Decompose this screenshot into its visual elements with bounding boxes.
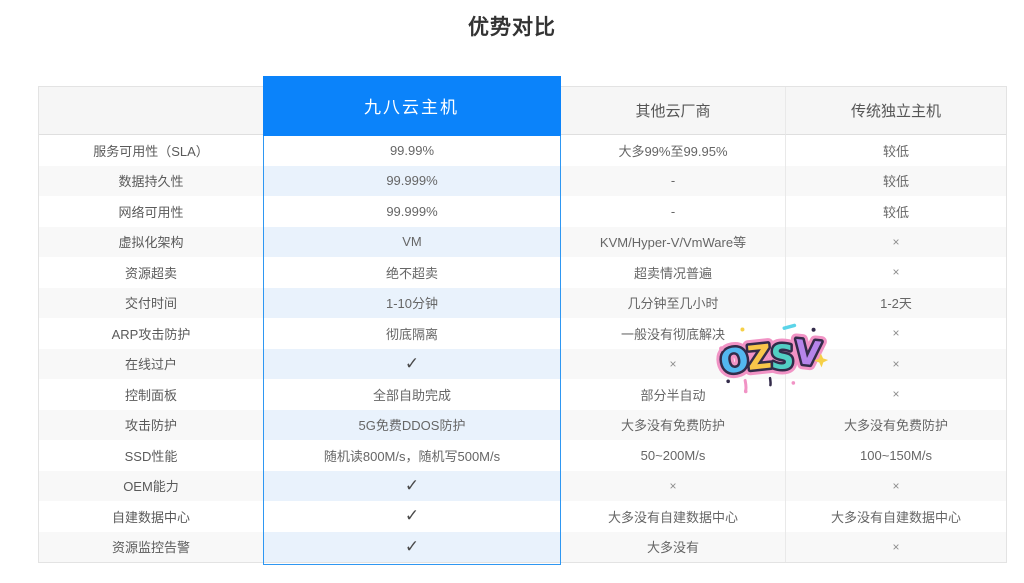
main-value: VM <box>263 227 561 258</box>
traditional-value: × <box>785 318 1006 349</box>
header-traditional: 传统独立主机 <box>785 87 1006 135</box>
header-other-cloud: 其他云厂商 <box>561 87 785 135</box>
main-value: 绝不超卖 <box>263 257 561 288</box>
table-row-network: 网络可用性 99.999% - 较低 <box>39 196 1006 227</box>
traditional-value: × <box>785 257 1006 288</box>
row-label: 数据持久性 <box>39 166 263 197</box>
traditional-value: × <box>785 349 1006 380</box>
other-value: 超卖情况普遍 <box>561 257 785 288</box>
table-row-ssd-performance: SSD性能 随机读800M/s，随机写500M/s 50~200M/s 100~… <box>39 440 1006 471</box>
other-value: KVM/Hyper-V/VmWare等 <box>561 227 785 258</box>
table-row-datacenter: 自建数据中心 ✓ 大多没有自建数据中心 大多没有自建数据中心 <box>39 501 1006 532</box>
comparison-table: 其他云厂商 传统独立主机 服务可用性（SLA） 99.99% 大多99%至99.… <box>38 86 1007 563</box>
page: 优势对比 其他云厂商 传统独立主机 服务可用性（SLA） 99.99% 大多99… <box>0 0 1024 583</box>
row-label: OEM能力 <box>39 471 263 502</box>
header-blank-cell <box>39 87 263 135</box>
table-row-control-panel: 控制面板 全部自助完成 部分半自动 × <box>39 379 1006 410</box>
row-label: 资源超卖 <box>39 257 263 288</box>
table-row-virtualization: 虚拟化架构 VM KVM/Hyper-V/VmWare等 × <box>39 227 1006 258</box>
main-value: 1-10分钟 <box>263 288 561 319</box>
main-value: 99.999% <box>263 166 561 197</box>
other-value: × <box>561 471 785 502</box>
traditional-value: × <box>785 227 1006 258</box>
row-label: 服务可用性（SLA） <box>39 135 263 166</box>
table-row-online-transfer: 在线过户 ✓ × × <box>39 349 1006 380</box>
row-label: 在线过户 <box>39 349 263 380</box>
main-value: 全部自助完成 <box>263 379 561 410</box>
row-label: 交付时间 <box>39 288 263 319</box>
page-title: 优势对比 <box>0 11 1024 41</box>
other-value: - <box>561 166 785 197</box>
header-highlight-spacer <box>263 87 561 135</box>
table-row-sla: 服务可用性（SLA） 99.99% 大多99%至99.95% 较低 <box>39 135 1006 166</box>
row-label: 虚拟化架构 <box>39 227 263 258</box>
main-value: 5G免费DDOS防护 <box>263 410 561 441</box>
table-row-oem: OEM能力 ✓ × × <box>39 471 1006 502</box>
traditional-value: × <box>785 379 1006 410</box>
table-row-delivery-time: 交付时间 1-10分钟 几分钟至几小时 1-2天 <box>39 288 1006 319</box>
other-value: 大多99%至99.95% <box>561 135 785 166</box>
row-label: 自建数据中心 <box>39 501 263 532</box>
main-value: ✓ <box>263 471 561 502</box>
table-row-durability: 数据持久性 99.999% - 较低 <box>39 166 1006 197</box>
other-value: 大多没有 <box>561 532 785 563</box>
row-label: 控制面板 <box>39 379 263 410</box>
traditional-value: 较低 <box>785 196 1006 227</box>
traditional-value: 100~150M/s <box>785 440 1006 471</box>
traditional-value: 较低 <box>785 135 1006 166</box>
other-value: - <box>561 196 785 227</box>
table-row-overselling: 资源超卖 绝不超卖 超卖情况普遍 × <box>39 257 1006 288</box>
table-row-arp-protection: ARP攻击防护 彻底隔离 一般没有彻底解决 × <box>39 318 1006 349</box>
main-value: ✓ <box>263 349 561 380</box>
main-value: 99.999% <box>263 196 561 227</box>
table-row-monitoring: 资源监控告警 ✓ 大多没有 × <box>39 532 1006 563</box>
row-label: 攻击防护 <box>39 410 263 441</box>
row-label: 网络可用性 <box>39 196 263 227</box>
main-value: 随机读800M/s，随机写500M/s <box>263 440 561 471</box>
other-value: 50~200M/s <box>561 440 785 471</box>
row-label: SSD性能 <box>39 440 263 471</box>
main-value: ✓ <box>263 501 561 532</box>
row-label: ARP攻击防护 <box>39 318 263 349</box>
traditional-value: 大多没有自建数据中心 <box>785 501 1006 532</box>
other-value: 大多没有免费防护 <box>561 410 785 441</box>
other-value: 几分钟至几小时 <box>561 288 785 319</box>
traditional-value: 大多没有免费防护 <box>785 410 1006 441</box>
table-row-ddos-protection: 攻击防护 5G免费DDOS防护 大多没有免费防护 大多没有免费防护 <box>39 410 1006 441</box>
other-value: 部分半自动 <box>561 379 785 410</box>
traditional-value: 较低 <box>785 166 1006 197</box>
table-header-row: 其他云厂商 传统独立主机 <box>39 87 1006 135</box>
traditional-value: 1-2天 <box>785 288 1006 319</box>
main-value: ✓ <box>263 532 561 563</box>
main-value: 彻底隔离 <box>263 318 561 349</box>
traditional-value: × <box>785 532 1006 563</box>
traditional-value: × <box>785 471 1006 502</box>
other-value: × <box>561 349 785 380</box>
main-value: 99.99% <box>263 135 561 166</box>
other-value: 一般没有彻底解决 <box>561 318 785 349</box>
row-label: 资源监控告警 <box>39 532 263 563</box>
other-value: 大多没有自建数据中心 <box>561 501 785 532</box>
